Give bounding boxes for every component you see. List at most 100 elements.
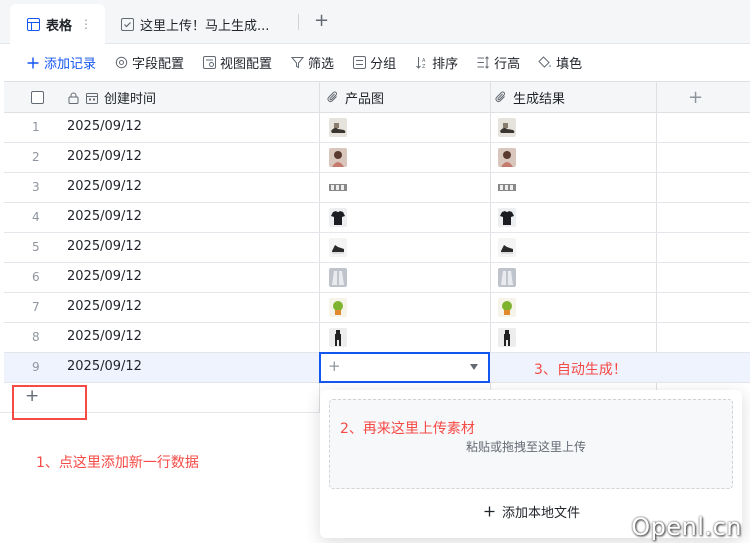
add-record-label: 添加记录 <box>44 57 97 72</box>
filter-label: 筛选 <box>308 57 335 72</box>
select-all-checkbox[interactable] <box>31 91 44 104</box>
sort-button[interactable]: AZ 排序 <box>414 53 458 72</box>
row-number: 3 <box>32 180 40 194</box>
form-icon <box>120 17 134 31</box>
column-header-result[interactable]: 生成结果 <box>494 82 565 113</box>
add-column-button[interactable]: + <box>688 82 703 113</box>
view-config-button[interactable]: 视图配置 <box>202 53 272 72</box>
table-row[interactable]: 8 2025/09/12 <box>4 323 750 353</box>
result-image-thumbnail[interactable] <box>498 178 516 197</box>
result-image-thumbnail[interactable] <box>498 268 516 287</box>
created-time-cell[interactable]: 2025/09/12 <box>67 359 142 374</box>
group-icon <box>352 56 366 70</box>
result-image-thumbnail[interactable] <box>498 148 516 167</box>
field-config-label: 字段配置 <box>132 57 185 72</box>
grid-icon <box>26 17 40 31</box>
tab-table[interactable]: 表格 ⋮ <box>10 4 105 44</box>
product-image-thumbnail[interactable] <box>329 148 347 167</box>
row-number: 8 <box>32 330 40 344</box>
row-height-icon <box>476 56 490 70</box>
result-image-thumbnail[interactable] <box>498 298 516 317</box>
tab-upload-label: 这里上传！马上生成... <box>140 18 270 34</box>
created-time-cell[interactable]: 2025/09/12 <box>67 149 142 164</box>
gear-icon <box>114 56 128 70</box>
annotation-upload: 2、再来这里上传素材 <box>340 421 475 437</box>
created-time-cell[interactable]: 2025/09/12 <box>67 299 142 314</box>
column-header-product-image[interactable]: 产品图 <box>326 82 384 113</box>
row-number: 1 <box>32 120 40 134</box>
table-row[interactable]: 3 2025/09/12 <box>4 173 750 203</box>
product-image-upload-cell[interactable]: + <box>319 352 490 383</box>
tab-more-icon[interactable]: ⋮ <box>80 17 92 31</box>
add-attachment-icon[interactable]: + <box>328 357 341 375</box>
field-config-button[interactable]: 字段配置 <box>114 53 184 72</box>
plus-icon <box>482 505 496 519</box>
table-row[interactable]: 4 2025/09/12 <box>4 203 750 233</box>
add-local-file-label: 添加本地文件 <box>502 506 581 521</box>
row-height-button[interactable]: 行高 <box>476 53 520 72</box>
product-image-thumbnail[interactable] <box>329 238 347 257</box>
created-time-cell[interactable]: 2025/09/12 <box>67 269 142 284</box>
add-tab-button[interactable]: + <box>314 10 329 31</box>
dropzone-hint: 粘贴或拖拽至这里上传 <box>466 440 587 454</box>
tab-bar: 表格 ⋮ 这里上传！马上生成... + <box>0 0 750 44</box>
view-settings-icon <box>202 56 216 70</box>
row-number: 2 <box>32 150 40 164</box>
created-time-cell[interactable]: 2025/09/12 <box>67 329 142 344</box>
product-image-thumbnail[interactable] <box>329 298 347 317</box>
row-number: 9 <box>32 360 40 374</box>
sort-label: 排序 <box>432 57 459 72</box>
view-config-label: 视图配置 <box>220 57 273 72</box>
row-number: 6 <box>32 270 40 284</box>
plus-icon <box>26 56 40 70</box>
filter-icon <box>290 56 304 70</box>
product-image-thumbnail[interactable] <box>329 208 347 227</box>
annotation-auto-generate: 3、自动生成！ <box>534 362 627 378</box>
table-row[interactable]: 7 2025/09/12 <box>4 293 750 323</box>
result-image-thumbnail[interactable] <box>498 118 516 137</box>
group-label: 分组 <box>370 57 397 72</box>
grid-header: 创建时间 产品图 生成结果 + <box>4 81 750 113</box>
filter-button[interactable]: 筛选 <box>290 53 334 72</box>
upload-dropzone[interactable]: 2、再来这里上传素材 粘贴或拖拽至这里上传 <box>329 399 733 489</box>
column-header-created-time[interactable]: 创建时间 <box>66 82 156 113</box>
created-time-cell[interactable]: 2025/09/12 <box>67 209 142 224</box>
svg-text:Z: Z <box>422 64 426 69</box>
created-time-cell[interactable]: 2025/09/12 <box>67 239 142 254</box>
created-time-cell[interactable]: 2025/09/12 <box>67 119 142 134</box>
product-image-thumbnail[interactable] <box>329 328 347 347</box>
product-image-thumbnail[interactable] <box>329 178 347 197</box>
result-image-thumbnail[interactable] <box>498 328 516 347</box>
tab-upload[interactable]: 这里上传！马上生成... <box>120 4 269 44</box>
result-image-thumbnail[interactable] <box>498 208 516 227</box>
watermark: Openl.cn <box>631 513 742 541</box>
table-row[interactable]: 1 2025/09/12 <box>4 113 750 143</box>
add-local-file-button[interactable]: 添加本地文件 <box>482 502 580 521</box>
column-header-label: 生成结果 <box>513 92 566 107</box>
result-image-thumbnail[interactable] <box>498 238 516 257</box>
table-row[interactable]: 5 2025/09/12 <box>4 233 750 263</box>
row-number: 5 <box>32 240 40 254</box>
add-record-button[interactable]: 添加记录 <box>26 53 96 72</box>
toolbar: 添加记录 字段配置 视图配置 筛选 分组 AZ 排序 行高 填色 <box>0 44 750 81</box>
fill-color-label: 填色 <box>556 57 583 72</box>
dropdown-arrow-icon[interactable] <box>470 364 478 370</box>
column-header-label: 创建时间 <box>104 92 157 107</box>
paint-bucket-icon <box>538 56 552 70</box>
row-height-label: 行高 <box>494 57 521 72</box>
created-time-cell[interactable]: 2025/09/12 <box>67 179 142 194</box>
calendar-icon <box>85 91 99 105</box>
product-image-thumbnail[interactable] <box>329 118 347 137</box>
fill-color-button[interactable]: 填色 <box>538 53 582 72</box>
row-number: 7 <box>32 300 40 314</box>
table-row[interactable]: 2 2025/09/12 <box>4 143 750 173</box>
row-number: 4 <box>32 210 40 224</box>
annotation-highlight-box <box>12 385 87 420</box>
column-header-label: 产品图 <box>345 92 385 107</box>
annotation-add-row: 1、点这里添加新一行数据 <box>36 455 199 471</box>
attachment-icon <box>494 91 508 105</box>
group-button[interactable]: 分组 <box>352 53 396 72</box>
product-image-thumbnail[interactable] <box>329 268 347 287</box>
table-row[interactable]: 6 2025/09/12 <box>4 263 750 293</box>
sort-icon: AZ <box>414 56 428 70</box>
